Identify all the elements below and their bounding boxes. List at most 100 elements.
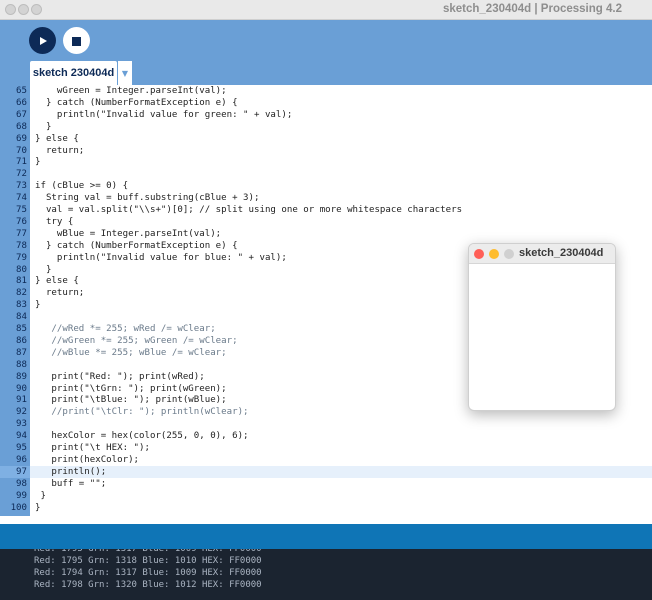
title-bar: sketch_230404d | Processing 4.2 (0, 0, 652, 20)
line-number: 99 (16, 490, 27, 501)
code-line[interactable]: 67 println("Invalid value for green: " +… (0, 109, 652, 121)
line-number: 90 (16, 383, 27, 394)
code-line[interactable]: 72 (0, 168, 652, 180)
code-line[interactable]: 70 return; (0, 145, 652, 157)
code-text: } (35, 490, 46, 501)
line-number: 74 (16, 193, 27, 204)
line-number: 67 (16, 109, 27, 120)
code-text: if (cBlue >= 0) { (35, 181, 129, 192)
code-text: //wRed *= 255; wRed /= wClear; (35, 324, 216, 334)
code-text: } (35, 157, 41, 168)
line-number: 70 (16, 145, 27, 156)
line-number: 65 (16, 86, 27, 96)
code-text: return; (35, 145, 85, 156)
code-text: print("\tBlue: "); print(wBlue); (35, 395, 227, 406)
code-line[interactable]: 73 if (cBlue >= 0) { (0, 180, 652, 192)
code-line[interactable]: 96 print(hexColor); (0, 454, 652, 466)
tab-sketch[interactable]: sketch 230404d (30, 61, 117, 85)
sketch-close-button[interactable] (474, 249, 484, 259)
line-number: 98 (16, 478, 27, 489)
line-number: 72 (16, 169, 27, 180)
code-text: println("Invalid value for green: " + va… (35, 109, 293, 120)
code-line[interactable]: 75 val = val.split("\\s+")[0]; // split … (0, 204, 652, 216)
code-line[interactable]: 74 String val = buff.substring(cBlue + 3… (0, 192, 652, 204)
line-number: 92 (16, 407, 27, 418)
code-line[interactable]: 66 } catch (NumberFormatException e) { (0, 97, 652, 109)
stop-button[interactable] (63, 27, 90, 54)
line-number: 66 (16, 97, 27, 108)
line-number: 79 (16, 252, 27, 263)
code-text: buff = ""; (35, 478, 107, 489)
code-text: } (35, 121, 52, 132)
line-number: 85 (16, 324, 27, 334)
line-number: 87 (16, 347, 27, 358)
line-number: 69 (16, 133, 27, 144)
code-text: val = val.split("\\s+")[0]; // split usi… (35, 205, 463, 215)
line-number: 83 (16, 300, 27, 311)
line-number: 82 (16, 288, 27, 299)
editor-bottom-edge (0, 516, 652, 524)
code-text: } (35, 502, 41, 513)
play-icon (38, 31, 48, 50)
zoom-window-button[interactable] (31, 4, 42, 15)
line-number: 75 (16, 205, 27, 215)
code-line[interactable]: 95 print("\t HEX: "); (0, 442, 652, 454)
line-number: 80 (16, 264, 27, 275)
line-number: 78 (16, 240, 27, 251)
line-number: 88 (16, 359, 27, 370)
console-line: Red: 1798 Grn: 1320 Blue: 1012 HEX: FF00… (34, 580, 262, 590)
line-number: 93 (16, 419, 27, 430)
sketch-title-bar: sketch_230404d (469, 244, 615, 264)
code-line[interactable]: 98 buff = ""; (0, 478, 652, 490)
sketch-minimize-button[interactable] (489, 249, 499, 259)
line-number: 76 (16, 216, 27, 227)
minimize-window-button[interactable] (18, 4, 29, 15)
code-text: return; (35, 288, 85, 299)
tab-menu-button[interactable]: ▼ (118, 61, 132, 85)
code-line[interactable]: 93 (0, 418, 652, 430)
line-number: 89 (16, 371, 27, 382)
code-text: wGreen = Integer.parseInt(val); (35, 86, 227, 96)
code-line[interactable]: 99 } (0, 490, 652, 502)
code-line[interactable]: 68 } (0, 121, 652, 133)
line-number: 100 (10, 502, 27, 513)
sketch-output-window[interactable]: sketch_230404d (468, 243, 616, 411)
sketch-zoom-button[interactable] (504, 249, 514, 259)
status-bar (0, 524, 652, 549)
code-text: } catch (NumberFormatException e) { (35, 240, 238, 251)
triangle-down-icon: ▼ (121, 68, 129, 78)
code-line[interactable]: 71} (0, 156, 652, 168)
code-line[interactable]: 100} (0, 502, 652, 514)
line-number: 86 (16, 335, 27, 346)
close-window-button[interactable] (5, 4, 16, 15)
code-text: wBlue = Integer.parseInt(val); (35, 228, 222, 239)
code-text: print(hexColor); (35, 454, 140, 465)
line-number: 73 (16, 181, 27, 192)
line-number: 84 (16, 312, 27, 323)
code-line[interactable]: 69 } else { (0, 133, 652, 145)
line-number: 97 (0, 465, 30, 478)
code-text: //print("\tClr: "); println(wClear); (35, 407, 249, 418)
toolbar: sketch 230404d ▼ (0, 20, 652, 86)
code-text: } (35, 264, 52, 275)
stop-icon (72, 31, 81, 50)
code-line[interactable]: 77 wBlue = Integer.parseInt(val); (0, 228, 652, 240)
run-button[interactable] (29, 27, 56, 54)
code-text: } else { (35, 133, 79, 144)
code-text: String val = buff.substring(cBlue + 3); (35, 193, 260, 204)
code-text: try { (35, 216, 74, 227)
code-line[interactable]: 76 try { (0, 216, 652, 228)
window-title: sketch_230404d | Processing 4.2 (442, 3, 622, 15)
code-text: //wGreen *= 255; wGreen /= wClear; (35, 335, 238, 346)
console[interactable]: Red: 1795 Grn: 1317 Blue: 1009 HEX: FF00… (0, 549, 652, 600)
code-line[interactable]: 97 println(); (0, 465, 652, 478)
line-number: 81 (16, 276, 27, 287)
code-line[interactable]: 94 hexColor = hex(color(255, 0, 0), 6); (0, 430, 652, 442)
console-line: Red: 1795 Grn: 1318 Blue: 1010 HEX: FF00… (34, 556, 262, 566)
code-line[interactable]: 65 wGreen = Integer.parseInt(val); (0, 85, 652, 97)
line-number: 94 (16, 431, 27, 442)
line-number: 71 (16, 157, 27, 168)
sketch-window-title: sketch_230404d (519, 247, 604, 259)
code-text: //wBlue *= 255; wBlue /= wClear; (35, 347, 227, 358)
code-text: } else { (35, 276, 79, 287)
